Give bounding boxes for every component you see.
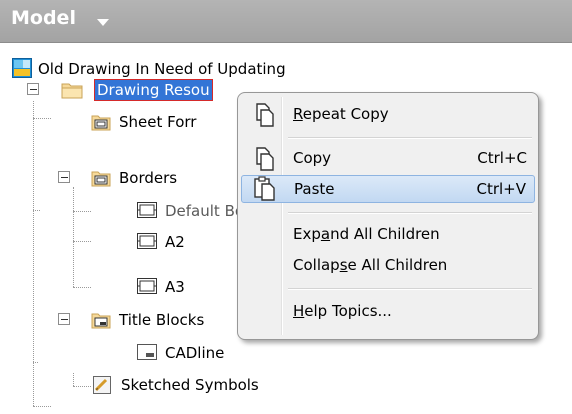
model-browser-header[interactable]: Model bbox=[0, 0, 572, 43]
folder-icon bbox=[61, 81, 83, 99]
tree-node-cadline[interactable]: CADline bbox=[135, 341, 255, 365]
tree-node-label: Sketched Symbols bbox=[121, 376, 259, 394]
border-icon bbox=[137, 278, 157, 298]
copy-icon bbox=[251, 102, 277, 132]
tree-node-label: Drawing Resou bbox=[94, 79, 213, 101]
tree-connector bbox=[73, 386, 91, 387]
collapse-toggle[interactable] bbox=[58, 313, 70, 325]
menu-item-shortcut: Ctrl+C bbox=[477, 149, 527, 167]
tree-node-sketched-symbols[interactable]: Sketched Symbols bbox=[91, 373, 291, 397]
tree-connector bbox=[73, 287, 91, 288]
mnemonic: a bbox=[320, 225, 331, 243]
menu-separator bbox=[288, 137, 532, 139]
menu-item-repeat-copy[interactable]: Repeat Copy bbox=[241, 101, 535, 127]
tree-node-label: Title Blocks bbox=[119, 311, 205, 329]
tree-node-label: Old Drawing In Need of Updating bbox=[38, 60, 286, 78]
drawing-document-icon bbox=[12, 58, 32, 78]
menu-item-label: elp Topics... bbox=[304, 302, 392, 320]
tree-connector bbox=[33, 406, 51, 407]
tree-node-label: A2 bbox=[165, 233, 185, 251]
menu-item-shortcut: Ctrl+V bbox=[476, 180, 526, 198]
menu-item-expand-all-children[interactable]: Expand All Children bbox=[241, 221, 535, 247]
tree-connector bbox=[33, 210, 40, 211]
tree-connector bbox=[33, 362, 38, 363]
context-menu: Repeat Copy Copy Ctrl+C Paste Ctrl+V Exp… bbox=[237, 92, 539, 340]
model-title: Model bbox=[11, 7, 76, 29]
menu-item-label: Paste bbox=[294, 180, 335, 198]
sheet-format-icon bbox=[91, 113, 111, 135]
menu-item-paste[interactable]: Paste Ctrl+V bbox=[241, 175, 535, 203]
tree-node-root[interactable]: Old Drawing In Need of Updating bbox=[10, 57, 410, 81]
menu-item-label: epeat Copy bbox=[302, 105, 389, 123]
mnemonic: H bbox=[293, 302, 305, 320]
tree-connector bbox=[73, 373, 74, 386]
menu-item-label: Exp bbox=[293, 225, 321, 243]
tree-node-label: Borders bbox=[119, 169, 178, 187]
tree-node-label: Sheet Forr bbox=[119, 113, 197, 131]
menu-item-label: Copy bbox=[293, 149, 332, 167]
collapse-toggle[interactable] bbox=[27, 83, 39, 95]
tree-node-drawing-resources[interactable]: Drawing Resou bbox=[51, 79, 251, 103]
copy-icon bbox=[251, 146, 277, 176]
chevron-down-icon[interactable] bbox=[97, 19, 109, 26]
tree-node-borders[interactable]: Borders bbox=[91, 166, 241, 190]
paste-icon bbox=[251, 176, 277, 206]
tree-node-label: A3 bbox=[165, 278, 185, 296]
tree-node-title-blocks[interactable]: Title Blocks bbox=[91, 308, 261, 332]
border-folder-icon bbox=[91, 169, 111, 191]
tree-node-sheet-formats[interactable]: Sheet Forr bbox=[91, 110, 241, 134]
title-block-folder-icon bbox=[91, 311, 111, 333]
menu-separator bbox=[288, 212, 532, 214]
border-icon bbox=[137, 233, 157, 253]
tree-connector bbox=[73, 241, 91, 242]
menu-separator bbox=[288, 288, 532, 290]
tree-node-a3[interactable]: A3 bbox=[135, 275, 215, 299]
tree-node-label: CADline bbox=[165, 344, 225, 362]
sketched-symbol-icon bbox=[93, 376, 111, 398]
collapse-toggle[interactable] bbox=[58, 171, 70, 183]
tree-connector bbox=[73, 211, 91, 212]
menu-item-collapse-all-children[interactable]: Collapse All Children bbox=[241, 252, 535, 278]
menu-item-copy[interactable]: Copy Ctrl+C bbox=[241, 145, 535, 171]
menu-item-label: Collap bbox=[293, 256, 340, 274]
mnemonic: s bbox=[339, 256, 348, 274]
tree-connector bbox=[73, 187, 74, 287]
menu-item-help-topics[interactable]: Help Topics... bbox=[241, 298, 535, 324]
menu-item-label: nd All Children bbox=[330, 225, 440, 243]
tree-connector bbox=[33, 101, 34, 406]
border-icon bbox=[137, 202, 157, 222]
mnemonic: R bbox=[293, 105, 303, 123]
title-block-icon bbox=[137, 344, 157, 364]
tree-connector bbox=[33, 118, 51, 119]
menu-item-label: e All Children bbox=[347, 256, 448, 274]
tree-node-a2[interactable]: A2 bbox=[135, 230, 215, 254]
